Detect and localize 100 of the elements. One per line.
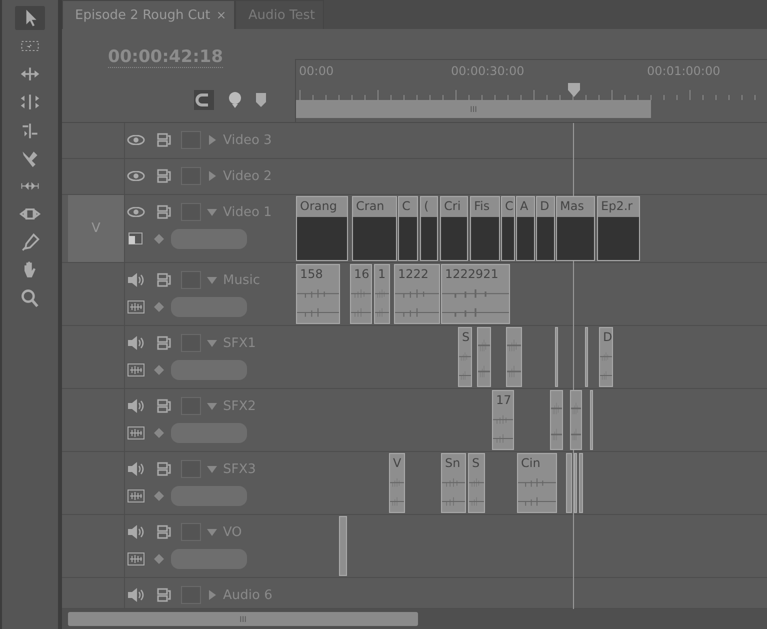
clip-label: 17 — [495, 392, 512, 408]
video-clip[interactable]: Orang — [296, 196, 348, 262]
keyframe-icon[interactable] — [153, 553, 165, 566]
clip-label: V — [392, 455, 402, 470]
keyframe-icon[interactable] — [153, 490, 165, 502]
clip-label: Fis — [473, 198, 491, 214]
audio-clip[interactable]: 1222921 — [441, 264, 510, 324]
audio-clip[interactable]: 1 — [374, 264, 390, 324]
sync-lock-icon[interactable] — [157, 133, 171, 148]
audio-clip[interactable] — [570, 390, 582, 450]
clip-label: ( — [423, 198, 430, 214]
video-clip[interactable]: Mas — [556, 196, 595, 262]
video-clip[interactable]: Cri — [440, 196, 468, 262]
playhead-icon[interactable] — [567, 82, 581, 98]
keyframe-icon[interactable] — [153, 233, 165, 246]
clip-label: Cran — [355, 198, 386, 214]
audio-clip[interactable] — [339, 516, 347, 576]
speaker-icon[interactable] — [127, 399, 145, 414]
audio-clip[interactable] — [590, 390, 593, 450]
audio-clip[interactable] — [550, 390, 563, 450]
speaker-icon[interactable] — [127, 525, 145, 540]
sync-lock-icon[interactable] — [157, 399, 171, 414]
display-style-icon[interactable] — [128, 232, 144, 246]
speaker-icon[interactable] — [127, 273, 145, 288]
sync-lock-icon[interactable] — [157, 588, 171, 602]
collapse-triangle-icon[interactable] — [207, 527, 217, 538]
video-clip[interactable]: C — [501, 196, 515, 262]
sync-lock-icon[interactable] — [157, 169, 171, 184]
clip-label: 158 — [299, 266, 324, 282]
sequence-tab[interactable]: Episode 2 Rough Cut × — [62, 0, 236, 30]
video-clip[interactable]: ( — [420, 196, 438, 262]
video-clip[interactable]: Ep2.r — [597, 196, 640, 262]
sync-lock-icon[interactable] — [157, 273, 171, 288]
keyframe-icon[interactable] — [153, 364, 165, 376]
audio-clip[interactable]: V — [389, 453, 405, 514]
eye-icon[interactable] — [127, 207, 145, 218]
audio-clip[interactable]: S — [468, 453, 485, 514]
audio-clip[interactable]: 17 — [492, 390, 514, 450]
expand-triangle-icon[interactable] — [207, 171, 217, 182]
pen-icon[interactable] — [19, 231, 41, 253]
collapse-triangle-icon[interactable] — [207, 464, 217, 474]
clip-label: Cin — [520, 455, 542, 470]
audio-clip[interactable]: 158 — [296, 264, 340, 324]
audio-clip[interactable]: Sn — [441, 453, 466, 514]
audio-clip[interactable]: D — [599, 327, 613, 388]
audio-clip[interactable] — [555, 327, 558, 388]
keyframe-icon[interactable] — [153, 427, 165, 440]
collapse-triangle-icon[interactable] — [207, 338, 217, 348]
audio-clip[interactable] — [566, 453, 572, 514]
audio-clip[interactable]: S — [458, 327, 472, 388]
speaker-icon[interactable] — [127, 462, 145, 476]
audio-clip[interactable] — [579, 453, 583, 514]
light-bulb-icon[interactable] — [228, 91, 242, 110]
clip-label: 1222 — [397, 266, 430, 282]
expand-triangle-icon[interactable] — [207, 590, 217, 600]
audio-clip[interactable] — [585, 327, 588, 388]
waveform-icon[interactable] — [127, 300, 145, 314]
audio-clip[interactable] — [574, 453, 577, 514]
collapse-triangle-icon[interactable] — [207, 207, 217, 218]
clip-label: C — [401, 198, 412, 214]
clip-label: D — [539, 198, 550, 214]
clip-label: D — [602, 329, 612, 344]
clip-label: S — [471, 455, 481, 470]
clip-label: Sn — [444, 455, 462, 470]
waveform-icon[interactable] — [127, 552, 145, 566]
sync-lock-icon[interactable] — [157, 336, 171, 350]
clip-label: 1222921 — [444, 266, 500, 282]
video-clip[interactable]: C — [398, 196, 418, 262]
clip-label: S — [461, 329, 471, 344]
sync-lock-icon[interactable] — [157, 462, 171, 476]
collapse-triangle-icon[interactable] — [207, 401, 217, 412]
sync-lock-icon[interactable] — [157, 205, 171, 220]
speaker-icon[interactable] — [127, 336, 145, 350]
sync-lock-icon[interactable] — [157, 525, 171, 540]
audio-clip[interactable]: Cin — [517, 453, 557, 514]
video-clip[interactable]: A — [516, 196, 535, 262]
audio-clip[interactable]: 16 — [350, 264, 372, 324]
audio-clip[interactable] — [477, 327, 491, 388]
clip-label: Mas — [559, 198, 585, 214]
video-clip[interactable]: Fis — [470, 196, 500, 262]
waveform-icon[interactable] — [127, 489, 145, 504]
close-icon[interactable]: × — [216, 8, 226, 22]
clip-label: C — [504, 198, 514, 214]
video-clip[interactable]: D — [536, 196, 555, 262]
snap-magnet-icon[interactable] — [194, 90, 214, 110]
zoom-icon[interactable] — [19, 287, 41, 309]
audio-clip[interactable]: 1222 — [394, 264, 440, 324]
clip-label: 1 — [377, 266, 387, 282]
audio-clip[interactable] — [506, 327, 522, 388]
collapse-triangle-icon[interactable] — [207, 275, 217, 286]
waveform-icon[interactable] — [127, 426, 145, 440]
keyframe-icon[interactable] — [153, 301, 165, 314]
waveform-icon[interactable] — [127, 363, 145, 378]
eye-icon[interactable] — [127, 171, 145, 182]
video-clip[interactable]: Cran — [352, 196, 397, 262]
eye-icon[interactable] — [127, 135, 145, 146]
clip-label: 16 — [353, 266, 370, 282]
marker-icon[interactable] — [256, 93, 266, 108]
expand-triangle-icon[interactable] — [207, 135, 217, 146]
speaker-icon[interactable] — [127, 588, 145, 602]
